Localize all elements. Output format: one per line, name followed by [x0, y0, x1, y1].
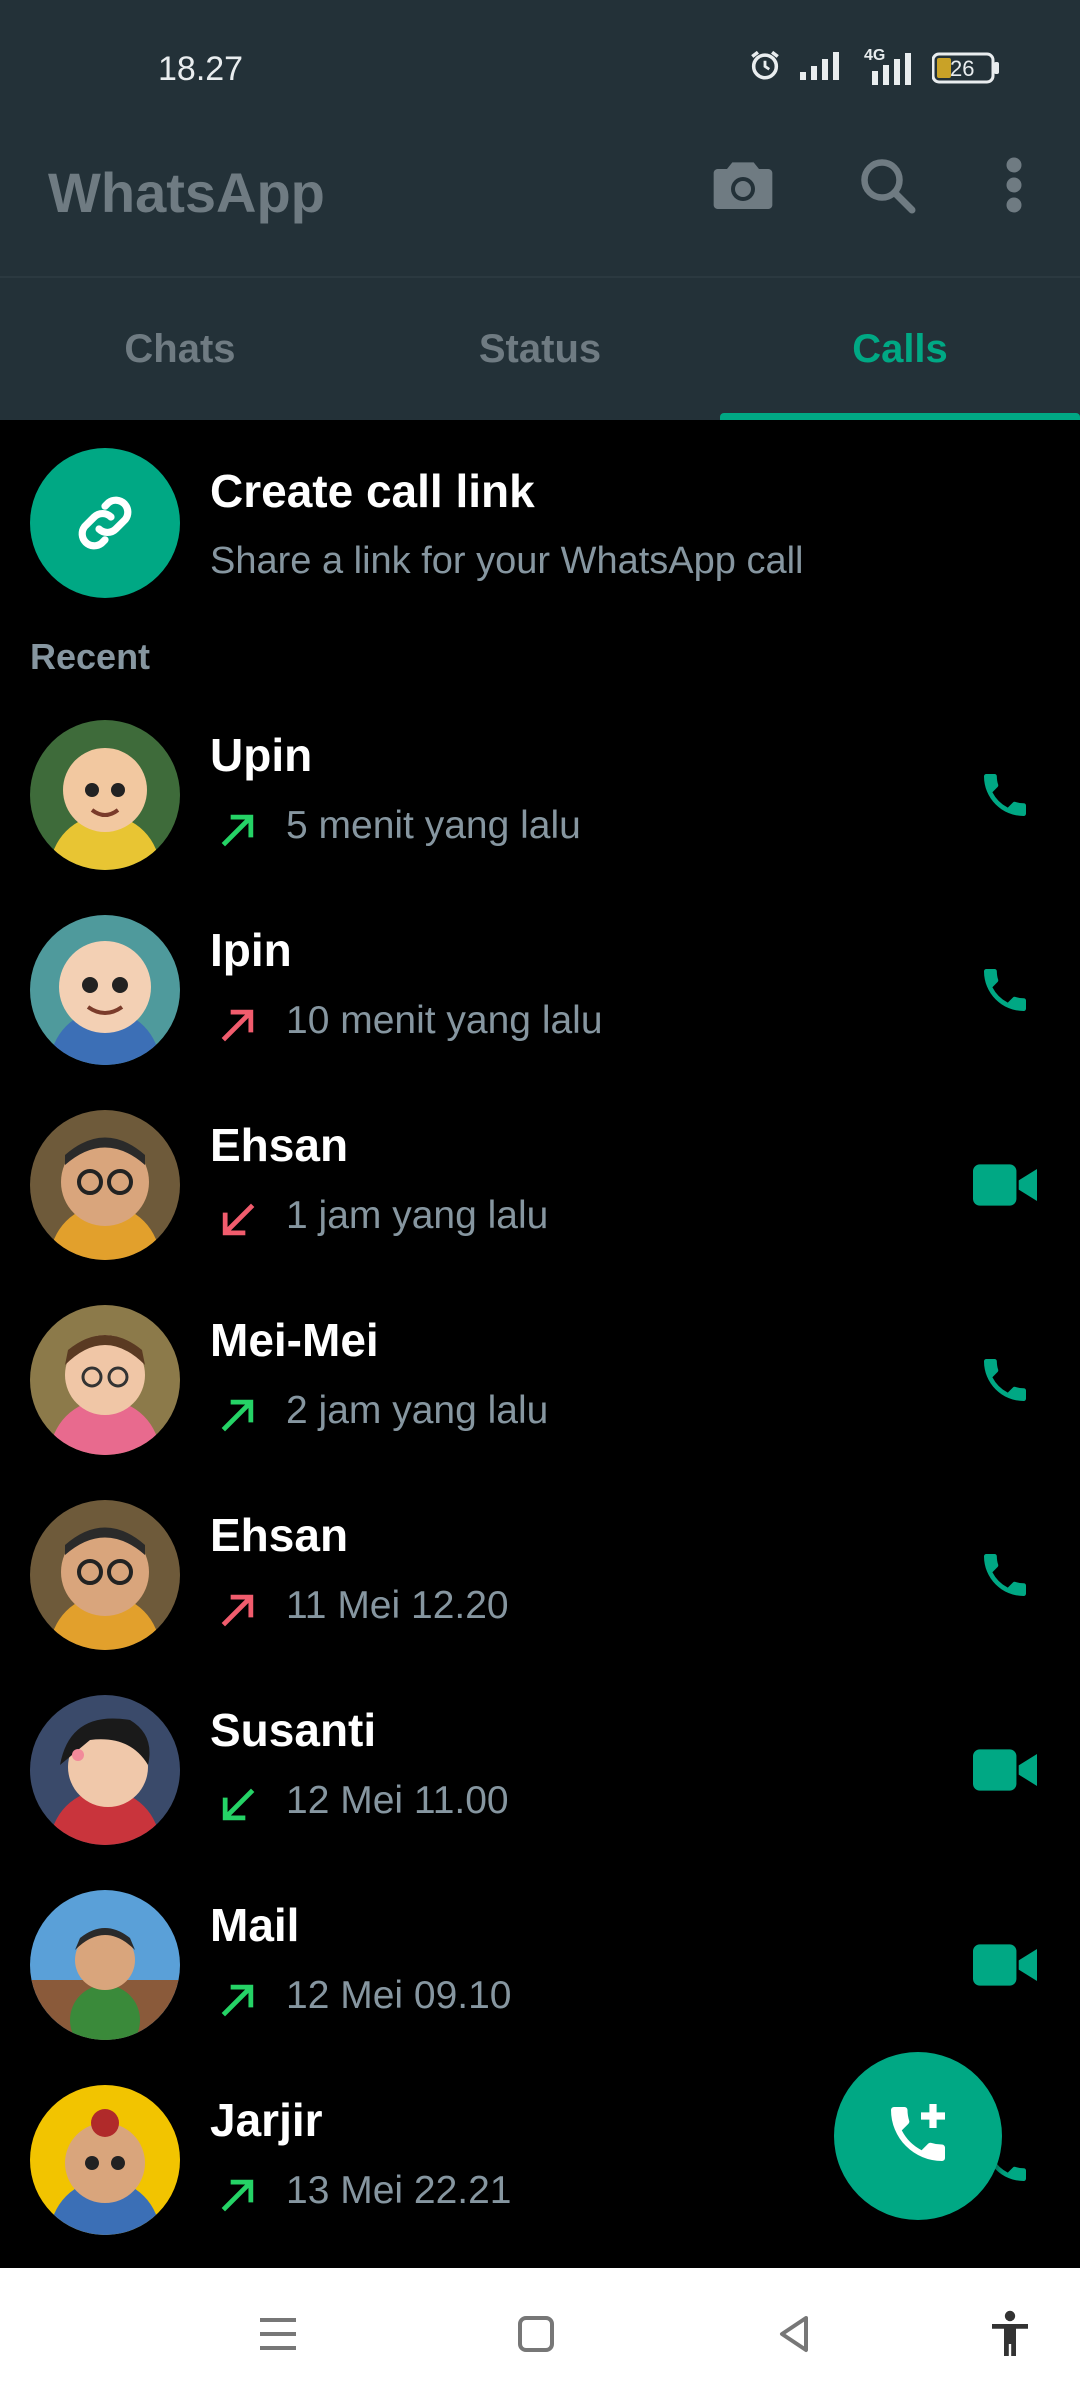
call-row[interactable]: Ehsan 1 jam yang lalu — [0, 1088, 1080, 1283]
tab-status[interactable]: Status — [360, 278, 720, 420]
avatar[interactable] — [30, 1305, 180, 1455]
voice-call-icon[interactable] — [970, 760, 1040, 830]
call-contact-name: Susanti — [210, 1704, 377, 1756]
create-call-link[interactable]: Create call link Share a link for your W… — [0, 448, 1080, 598]
avatar[interactable] — [30, 720, 180, 870]
call-time: 1 jam yang lalu — [286, 1194, 549, 1237]
status-time: 18.27 — [158, 50, 244, 88]
call-contact-name: Ehsan — [210, 1509, 349, 1561]
avatar[interactable] — [30, 915, 180, 1065]
battery-level: 26 — [950, 55, 975, 81]
outgoing-call-arrow-icon — [216, 1978, 260, 2022]
link-icon — [30, 448, 180, 598]
camera-icon[interactable] — [708, 150, 778, 220]
avatar[interactable] — [30, 2085, 180, 2235]
voice-call-icon[interactable] — [970, 1345, 1040, 1415]
status-icons: 4G 26 — [748, 47, 1000, 87]
call-time: 5 menit yang lalu — [286, 804, 581, 847]
call-row[interactable]: Ehsan 11 Mei 12.20 — [0, 1478, 1080, 1673]
accessibility-icon[interactable] — [980, 2304, 1040, 2364]
alarm-icon — [748, 48, 782, 87]
outgoing-call-arrow-icon — [216, 2173, 260, 2217]
signal-icon — [800, 50, 846, 85]
app-title: WhatsApp — [48, 161, 325, 224]
video-call-icon[interactable] — [970, 1735, 1040, 1805]
call-time: 11 Mei 12.20 — [286, 1584, 509, 1627]
call-time: 12 Mei 09.10 — [286, 1974, 512, 2017]
incoming-call-arrow-icon — [216, 1783, 260, 1827]
call-row[interactable]: Mail 12 Mei 09.10 — [0, 1868, 1080, 2063]
avatar[interactable] — [30, 1695, 180, 1845]
create-call-link-title: Create call link — [210, 465, 535, 517]
call-contact-name: Ehsan — [210, 1119, 349, 1171]
call-contact-name: Mei-Mei — [210, 1314, 379, 1366]
recent-section-label: Recent — [30, 636, 151, 677]
outgoing-call-arrow-icon — [216, 1588, 260, 1632]
menu-icon[interactable] — [248, 2304, 308, 2364]
avatar[interactable] — [30, 1110, 180, 1260]
incoming-call-arrow-icon — [216, 1198, 260, 1242]
outgoing-call-arrow-icon — [216, 808, 260, 852]
outgoing-call-arrow-icon — [216, 1003, 260, 1047]
more-vertical-icon[interactable] — [979, 150, 1049, 220]
tab-chats[interactable]: Chats — [0, 278, 360, 420]
signal-4g-icon: 4G — [864, 47, 914, 85]
call-contact-name: Upin — [210, 729, 313, 781]
call-row[interactable]: Susanti 12 Mei 11.00 — [0, 1673, 1080, 1868]
system-nav-bar — [0, 2268, 1080, 2400]
avatar[interactable] — [30, 1500, 180, 1650]
video-call-icon[interactable] — [970, 1930, 1040, 2000]
avatar[interactable] — [30, 1890, 180, 2040]
voice-call-icon[interactable] — [970, 1540, 1040, 1610]
active-tab-indicator — [720, 413, 1080, 420]
tab-bar: Chats Status Calls — [0, 276, 1080, 420]
outgoing-call-arrow-icon — [216, 1393, 260, 1437]
call-contact-name: Mail — [210, 1899, 300, 1951]
call-row[interactable]: Upin 5 menit yang lalu — [0, 698, 1080, 893]
create-call-link-subtitle: Share a link for your WhatsApp call — [210, 540, 804, 582]
call-time: 12 Mei 11.00 — [286, 1779, 509, 1822]
status-bar: 18.27 4G 26 — [0, 0, 1080, 140]
new-call-fab[interactable] — [834, 2052, 1002, 2220]
add-call-icon — [882, 2098, 954, 2175]
battery-icon: 26 — [932, 52, 1000, 84]
home-icon[interactable] — [506, 2304, 566, 2364]
call-contact-name: Ipin — [210, 924, 292, 976]
tab-calls[interactable]: Calls — [720, 278, 1080, 420]
call-contact-name: Jarjir — [210, 2094, 323, 2146]
back-icon[interactable] — [764, 2304, 824, 2364]
call-row[interactable]: Ipin 10 menit yang lalu — [0, 893, 1080, 1088]
search-icon[interactable] — [852, 150, 922, 220]
call-row[interactable]: Mei-Mei 2 jam yang lalu — [0, 1283, 1080, 1478]
video-call-icon[interactable] — [970, 1150, 1040, 1220]
call-time: 13 Mei 22.21 — [286, 2169, 512, 2212]
voice-call-icon[interactable] — [970, 955, 1040, 1025]
call-time: 10 menit yang lalu — [286, 999, 603, 1042]
call-time: 2 jam yang lalu — [286, 1389, 549, 1432]
